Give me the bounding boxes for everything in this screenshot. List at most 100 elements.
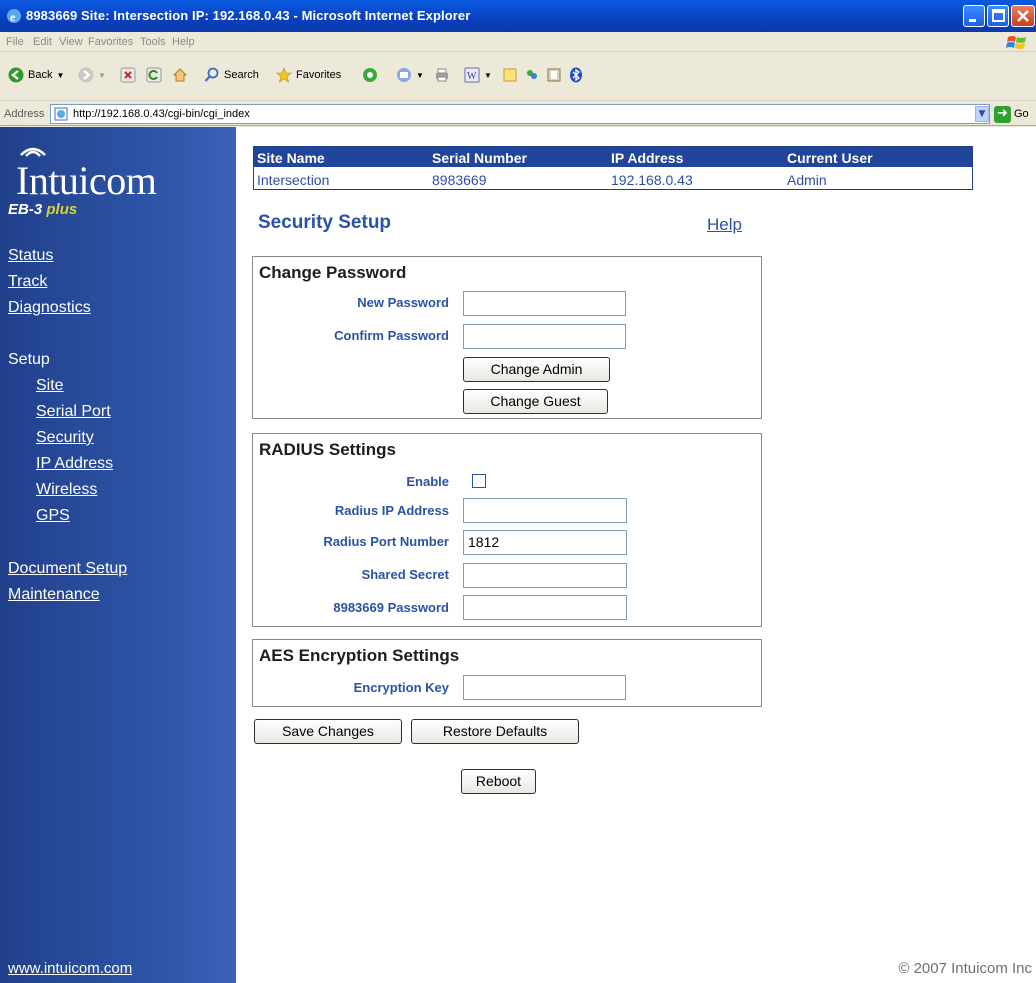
chevron-down-icon: ▼ (484, 70, 492, 80)
forward-arrow-icon (78, 67, 94, 83)
nav-wireless[interactable]: Wireless (36, 481, 97, 499)
messenger-button[interactable] (524, 63, 540, 87)
star-icon (276, 67, 292, 83)
mail-button[interactable]: ▼ (396, 63, 424, 87)
page-icon (54, 107, 68, 121)
value-serial-number: 8983669 (432, 172, 487, 188)
printer-icon (436, 68, 448, 82)
menu-favorites[interactable]: Favorites (88, 36, 133, 48)
copyright-text: © 2007 Intuicom Inc (898, 960, 1032, 977)
intuicom-website-link[interactable]: www.intuicom.com (8, 960, 132, 977)
radius-ip-label: Radius IP Address (334, 503, 449, 518)
menu-tools[interactable]: Tools (140, 36, 166, 48)
browser-window: e 8983669 Site: Intersection IP: 192.168… (0, 0, 1036, 983)
change-password-section: Change Password New Password Confirm Pas… (252, 256, 762, 419)
menu-file[interactable]: File (6, 36, 24, 48)
product-name: EB-3 plus (8, 201, 77, 218)
back-arrow-icon (8, 67, 24, 83)
device-password-input[interactable] (463, 595, 627, 620)
sidebar: Intuicom EB-3 plus Status Track Diagnost… (0, 127, 236, 983)
reboot-button[interactable]: Reboot (461, 769, 536, 794)
nav-diagnostics[interactable]: Diagnostics (8, 299, 91, 317)
refresh-button[interactable] (146, 63, 162, 87)
minimize-button[interactable] (963, 5, 985, 27)
discuss-button[interactable] (502, 63, 518, 87)
nav-serial-port[interactable]: Serial Port (36, 403, 111, 421)
menu-view[interactable]: View (59, 36, 83, 48)
header-current-user: Current User (787, 150, 873, 166)
value-current-user: Admin (787, 172, 827, 188)
nav-maintenance[interactable]: Maintenance (8, 586, 100, 604)
address-label: Address (4, 108, 45, 120)
search-label: Search (224, 69, 259, 81)
search-icon (204, 67, 219, 82)
nav-site[interactable]: Site (36, 377, 64, 395)
stop-icon (120, 67, 136, 83)
save-changes-button[interactable]: Save Changes (254, 719, 402, 744)
print-button[interactable] (434, 63, 450, 87)
close-icon (1017, 10, 1029, 22)
svg-text:e: e (10, 10, 16, 24)
go-button[interactable]: ➜ Go (994, 105, 1029, 123)
minimize-icon (969, 19, 976, 22)
change-guest-button[interactable]: Change Guest (463, 389, 608, 414)
encryption-key-input[interactable] (463, 675, 626, 700)
shared-secret-input[interactable] (463, 563, 627, 588)
messenger-icon (527, 70, 537, 79)
go-label: Go (1014, 108, 1029, 120)
header-site-name: Site Name (257, 150, 325, 166)
new-password-input[interactable] (463, 291, 626, 316)
menu-edit[interactable]: Edit (33, 36, 52, 48)
radio-wave-icon (20, 147, 46, 157)
favorites-button[interactable]: Favorites (276, 63, 341, 87)
nav-document-setup[interactable]: Document Setup (8, 560, 127, 578)
maximize-button[interactable] (987, 5, 1009, 27)
internet-explorer-icon: e (7, 9, 21, 24)
forward-button[interactable]: ▼ (78, 63, 106, 87)
stop-button[interactable] (120, 63, 136, 87)
svg-text:W: W (467, 71, 477, 82)
restore-defaults-button[interactable]: Restore Defaults (411, 719, 579, 744)
radius-settings-section: RADIUS Settings Enable Radius IP Address… (252, 433, 762, 627)
nav-ip-address[interactable]: IP Address (36, 455, 113, 473)
bluetooth-button[interactable] (568, 63, 584, 87)
radius-port-input[interactable]: 1812 (463, 530, 627, 555)
research-button[interactable] (546, 63, 562, 87)
home-button[interactable] (172, 63, 188, 87)
address-input[interactable]: http://192.168.0.43/cgi-bin/cgi_index (50, 104, 990, 124)
confirm-password-input[interactable] (463, 324, 626, 349)
header-ip-address: IP Address (611, 150, 684, 166)
back-button[interactable]: Back ▼ (8, 63, 64, 87)
nav-gps[interactable]: GPS (36, 507, 70, 525)
product-model: EB-3 (8, 201, 43, 218)
menu-help[interactable]: Help (172, 36, 195, 48)
toolbar: Back ▼ ▼ Search Favorites ▼ W ▼ (0, 53, 1036, 101)
close-button[interactable] (1011, 5, 1035, 27)
help-link[interactable]: Help (707, 215, 742, 235)
header-serial-number: Serial Number (432, 150, 527, 166)
logo-text: Intuicom (16, 158, 157, 203)
search-button[interactable]: Search (204, 63, 259, 87)
change-admin-button[interactable]: Change Admin (463, 357, 610, 382)
edit-word-button[interactable]: W ▼ (464, 63, 492, 87)
research-icon (547, 68, 561, 82)
chevron-down-icon: ▼ (978, 109, 986, 119)
radius-ip-input[interactable] (463, 498, 627, 523)
nav-track[interactable]: Track (8, 273, 47, 291)
value-site-name: Intersection (257, 172, 330, 188)
address-dropdown-button[interactable]: ▼ (975, 106, 989, 122)
window-title: 8983669 Site: Intersection IP: 192.168.0… (26, 8, 471, 23)
device-password-label: 8983669 Password (333, 600, 449, 615)
new-password-label: New Password (357, 295, 449, 310)
mail-icon (397, 68, 411, 82)
media-button[interactable] (362, 63, 378, 87)
home-icon (172, 68, 188, 82)
radius-enable-label: Enable (406, 474, 449, 489)
aes-encryption-title: AES Encryption Settings (259, 646, 460, 665)
nav-security[interactable]: Security (36, 429, 94, 447)
shared-secret-label: Shared Secret (361, 567, 449, 582)
radius-enable-checkbox[interactable] (472, 474, 486, 488)
nav-status[interactable]: Status (8, 247, 53, 265)
web-page: Intuicom EB-3 plus Status Track Diagnost… (0, 127, 1036, 983)
maximize-icon (992, 9, 1005, 22)
